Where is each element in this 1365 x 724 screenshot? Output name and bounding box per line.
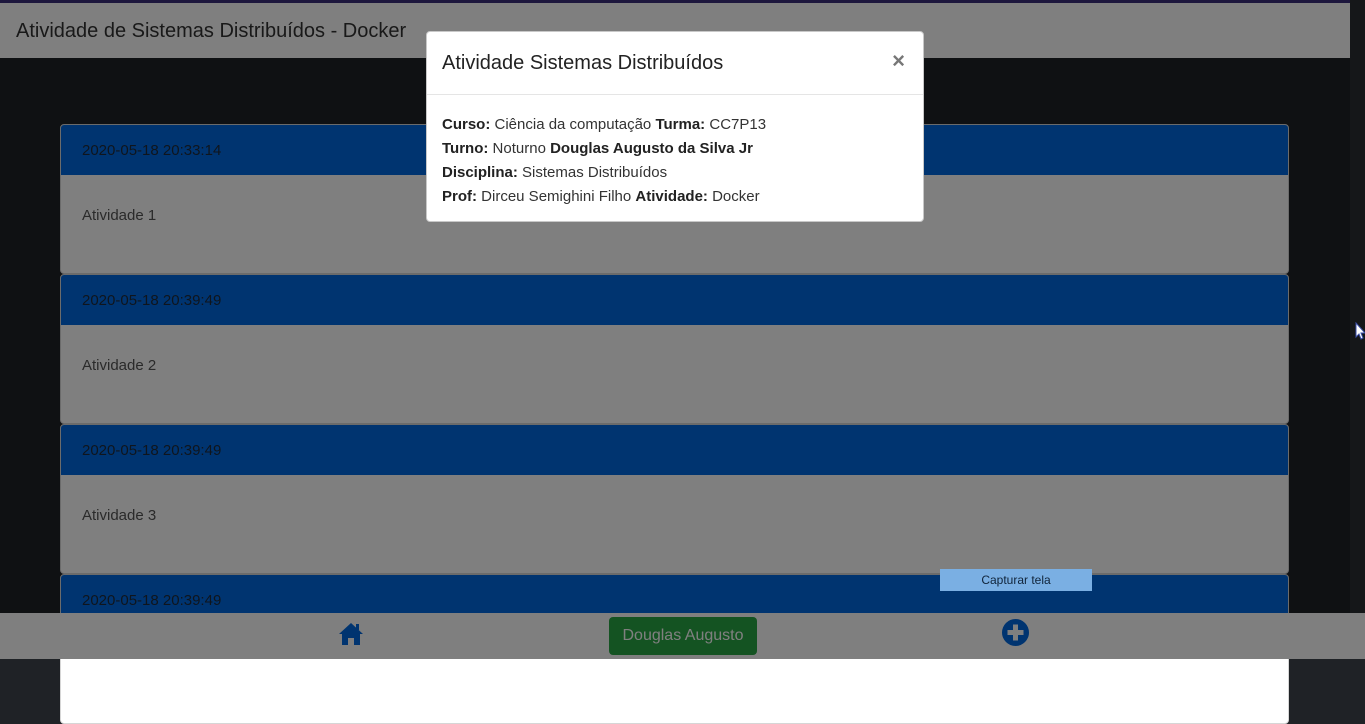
atividade-label: Atividade: bbox=[635, 188, 708, 205]
modal-line-prof: Prof: Dirceu Semighini Filho Atividade: … bbox=[442, 185, 908, 209]
turno-label: Turno: bbox=[442, 140, 489, 157]
turma-value: CC7P13 bbox=[709, 116, 767, 133]
atividade-value: Docker bbox=[712, 188, 760, 205]
info-modal: Atividade Sistemas Distribuídos × Curso:… bbox=[426, 31, 924, 222]
disciplina-value: Sistemas Distribuídos bbox=[522, 164, 668, 181]
student-name: Douglas Augusto da Silva Jr bbox=[550, 140, 753, 157]
modal-line-turno: Turno: Noturno Douglas Augusto da Silva … bbox=[442, 137, 908, 161]
modal-line-disciplina: Disciplina: Sistemas Distribuídos bbox=[442, 161, 908, 185]
modal-line-curso: Curso: Ciência da computação Turma: CC7P… bbox=[442, 113, 908, 137]
prof-value: Dirceu Semighini Filho bbox=[481, 188, 632, 205]
turma-label: Turma: bbox=[655, 116, 706, 133]
curso-label: Curso: bbox=[442, 116, 491, 133]
modal-body: Curso: Ciência da computação Turma: CC7P… bbox=[427, 95, 923, 209]
modal-title: Atividade Sistemas Distribuídos bbox=[442, 52, 724, 74]
capture-screen-button[interactable]: Capturar tela bbox=[940, 569, 1092, 591]
cursor-icon bbox=[1355, 321, 1365, 340]
close-icon[interactable]: × bbox=[892, 48, 905, 74]
modal-header: Atividade Sistemas Distribuídos × bbox=[427, 32, 923, 95]
disciplina-label: Disciplina: bbox=[442, 164, 518, 181]
turno-value: Noturno bbox=[492, 140, 546, 157]
curso-value: Ciência da computação bbox=[494, 116, 652, 133]
prof-label: Prof: bbox=[442, 188, 477, 205]
